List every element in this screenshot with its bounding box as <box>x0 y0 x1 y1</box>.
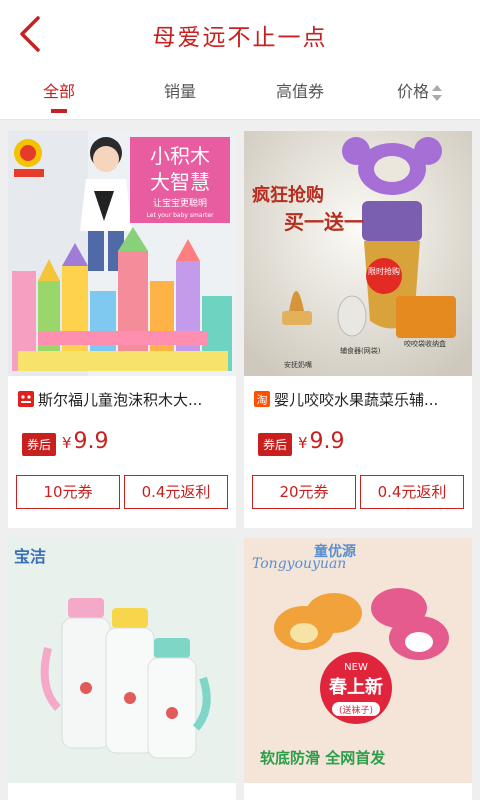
product-name-text: 斯尔福儿童泡沫积木大... <box>38 391 203 409</box>
image-text-case: 咬咬袋收纳盒 <box>404 339 446 348</box>
taobao-icon: 淘 <box>254 391 270 407</box>
image-text-pacifier: 安抚奶嘴 <box>284 360 312 369</box>
tab-high-coupon[interactable]: 高值券 <box>252 78 348 102</box>
image-text-headline2: 大智慧 <box>150 170 210 194</box>
price-value: 9.9 <box>73 429 109 454</box>
image-text-bogo: 买一送一 <box>284 210 364 234</box>
product-image-bottles[interactable]: 宝洁 <box>8 538 236 783</box>
product-name-text: 婴儿咬咬水果蔬菜乐辅... <box>274 391 439 409</box>
image-text-slogan: 软底防滑 全网首发 <box>260 749 386 767</box>
image-text-brand-en: Tongyouyuan <box>252 556 346 572</box>
after-coupon-badge: 券后 <box>22 433 57 456</box>
after-coupon-badge: 券后 <box>258 433 293 456</box>
price: ¥9.9 <box>62 429 109 454</box>
tab-all[interactable]: 全部 <box>11 78 107 102</box>
image-text-tagline: 让宝宝更聪明 <box>153 197 207 209</box>
sort-tabs: 全部 销量 高值券 价格 <box>0 68 480 120</box>
image-text-new: NEW <box>344 662 368 673</box>
product-card[interactable]: 疯狂抢购 买一送一 限时抢购 安抚奶嘴 辅食器(网袋) 咬咬袋收纳盒 淘婴儿咬咬… <box>244 131 472 528</box>
image-text-brand: 宝洁 <box>14 547 46 566</box>
currency-symbol: ¥ <box>62 434 72 452</box>
product-name[interactable]: 淘婴儿咬咬水果蔬菜乐辅... <box>254 389 466 410</box>
active-tab-indicator <box>51 109 67 113</box>
tab-price[interactable]: 价格 <box>372 78 468 102</box>
product-image-blocks[interactable]: 小积木 大智慧 让宝宝更聪明 Let your baby smarter <box>8 131 236 376</box>
currency-symbol: ¥ <box>298 434 308 452</box>
price: ¥9.9 <box>298 429 345 454</box>
tab-sales[interactable]: 销量 <box>132 78 228 102</box>
image-text-spring: 春上新 <box>329 676 383 698</box>
rebate-button[interactable]: 0.4元返利 <box>124 475 228 509</box>
price-value: 9.9 <box>309 429 345 454</box>
app-header: 母爱远不止一点 <box>0 0 480 68</box>
image-text-flash: 限时抢购 <box>368 266 400 276</box>
image-text-promo: 疯狂抢购 <box>252 184 324 206</box>
product-image-shoes[interactable]: 童优源 Tongyouyuan NEW 春上新 (送袜子) 软底防滑 全网首发 <box>244 538 472 783</box>
coupon-button[interactable]: 20元券 <box>252 475 356 509</box>
product-card[interactable]: 小积木 大智慧 让宝宝更聪明 Let your baby smarter 斯尔福… <box>8 131 236 528</box>
product-image-feeder[interactable]: 疯狂抢购 买一送一 限时抢购 安抚奶嘴 辅食器(网袋) 咬咬袋收纳盒 <box>244 131 472 376</box>
product-card[interactable]: 童优源 Tongyouyuan NEW 春上新 (送袜子) 软底防滑 全网首发 <box>244 538 472 800</box>
coupon-button[interactable]: 10元券 <box>16 475 120 509</box>
image-text-socks: (送袜子) <box>339 704 373 716</box>
rebate-button[interactable]: 0.4元返利 <box>360 475 464 509</box>
product-card[interactable]: 宝洁 <box>8 538 236 800</box>
image-text-english: Let your baby smarter <box>147 212 214 219</box>
page-title: 母爱远不止一点 <box>152 25 328 51</box>
tmall-icon <box>18 391 34 407</box>
image-text-feeder: 辅食器(网袋) <box>340 346 381 355</box>
sort-arrows-icon <box>432 84 442 101</box>
product-name[interactable]: 斯尔福儿童泡沫积木大... <box>18 389 230 410</box>
taobao-icon-label: 淘 <box>257 394 268 407</box>
image-text-headline1: 小积木 <box>150 144 210 168</box>
tab-price-label: 价格 <box>396 82 429 101</box>
